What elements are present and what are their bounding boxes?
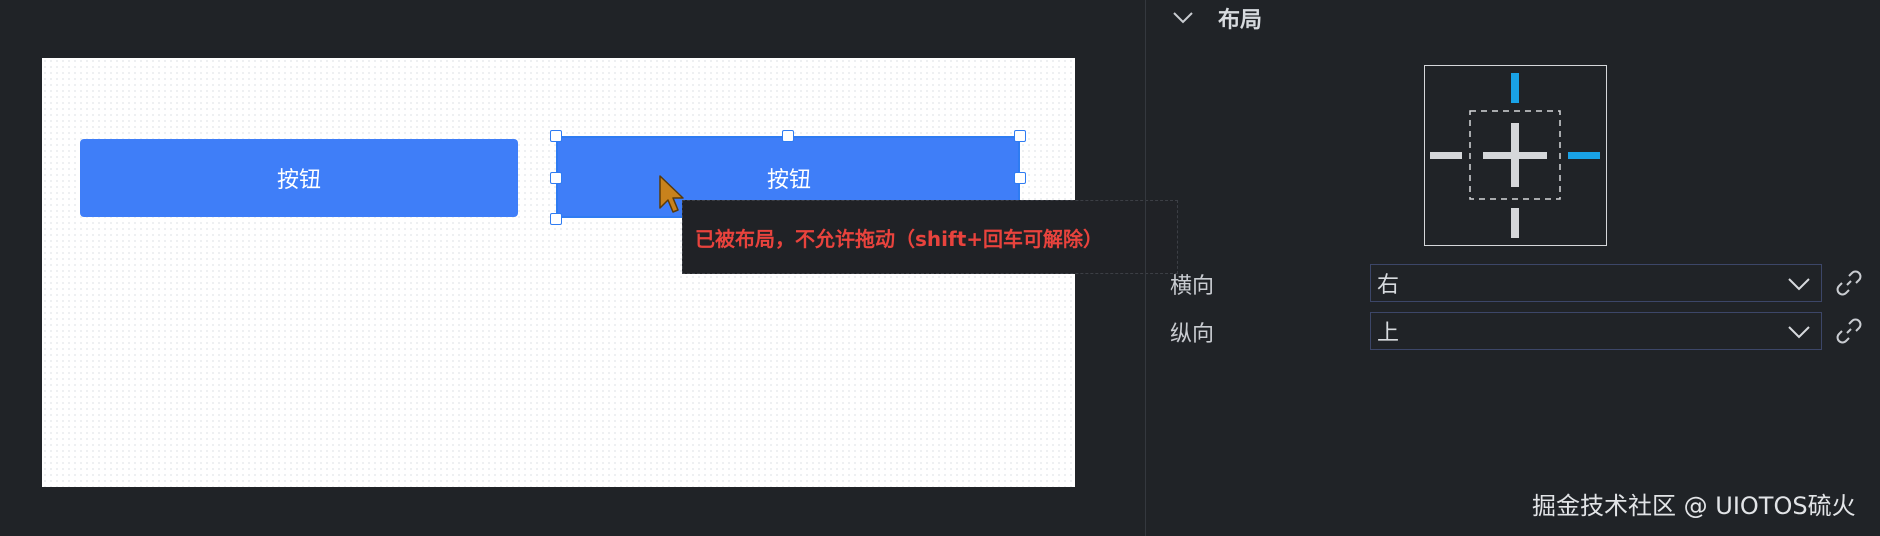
canvas-button-1[interactable]: 按钮 — [80, 139, 518, 217]
anchor-right[interactable] — [1568, 152, 1600, 159]
horizontal-label: 横向 — [1170, 274, 1215, 299]
vertical-select[interactable]: 上 — [1370, 312, 1822, 350]
anchor-stretch-horizontal[interactable] — [1483, 152, 1547, 159]
layout-anchor-widget[interactable] — [1424, 65, 1607, 246]
resize-handle-w[interactable] — [550, 172, 562, 184]
cursor-arrow-icon — [659, 175, 684, 213]
link-icon[interactable] — [1836, 270, 1862, 296]
resize-handle-n[interactable] — [782, 130, 794, 142]
chevron-down-icon[interactable] — [1172, 6, 1194, 28]
horizontal-select[interactable]: 右 — [1370, 264, 1822, 302]
resize-handle-nw[interactable] — [550, 130, 562, 142]
watermark: 掘金技术社区 @ UIOTOS硫火 — [1532, 492, 1856, 520]
resize-handle-sw[interactable] — [550, 213, 562, 225]
link-icon[interactable] — [1836, 318, 1862, 344]
resize-handle-ne[interactable] — [1014, 130, 1026, 142]
anchor-left[interactable] — [1430, 152, 1462, 159]
chevron-down-icon — [1788, 278, 1810, 291]
vertical-select-value: 上 — [1377, 321, 1400, 346]
chevron-down-icon — [1788, 326, 1810, 339]
anchor-bottom[interactable] — [1511, 208, 1519, 238]
drag-locked-tooltip: 已被布局，不允许拖动（shift+回车可解除） — [682, 200, 1178, 274]
section-title-layout: 布局 — [1218, 8, 1263, 33]
resize-handle-e[interactable] — [1014, 172, 1026, 184]
panel-divider — [1145, 0, 1146, 536]
vertical-label: 纵向 — [1170, 322, 1215, 347]
anchor-top[interactable] — [1511, 73, 1519, 103]
horizontal-select-value: 右 — [1377, 273, 1400, 298]
